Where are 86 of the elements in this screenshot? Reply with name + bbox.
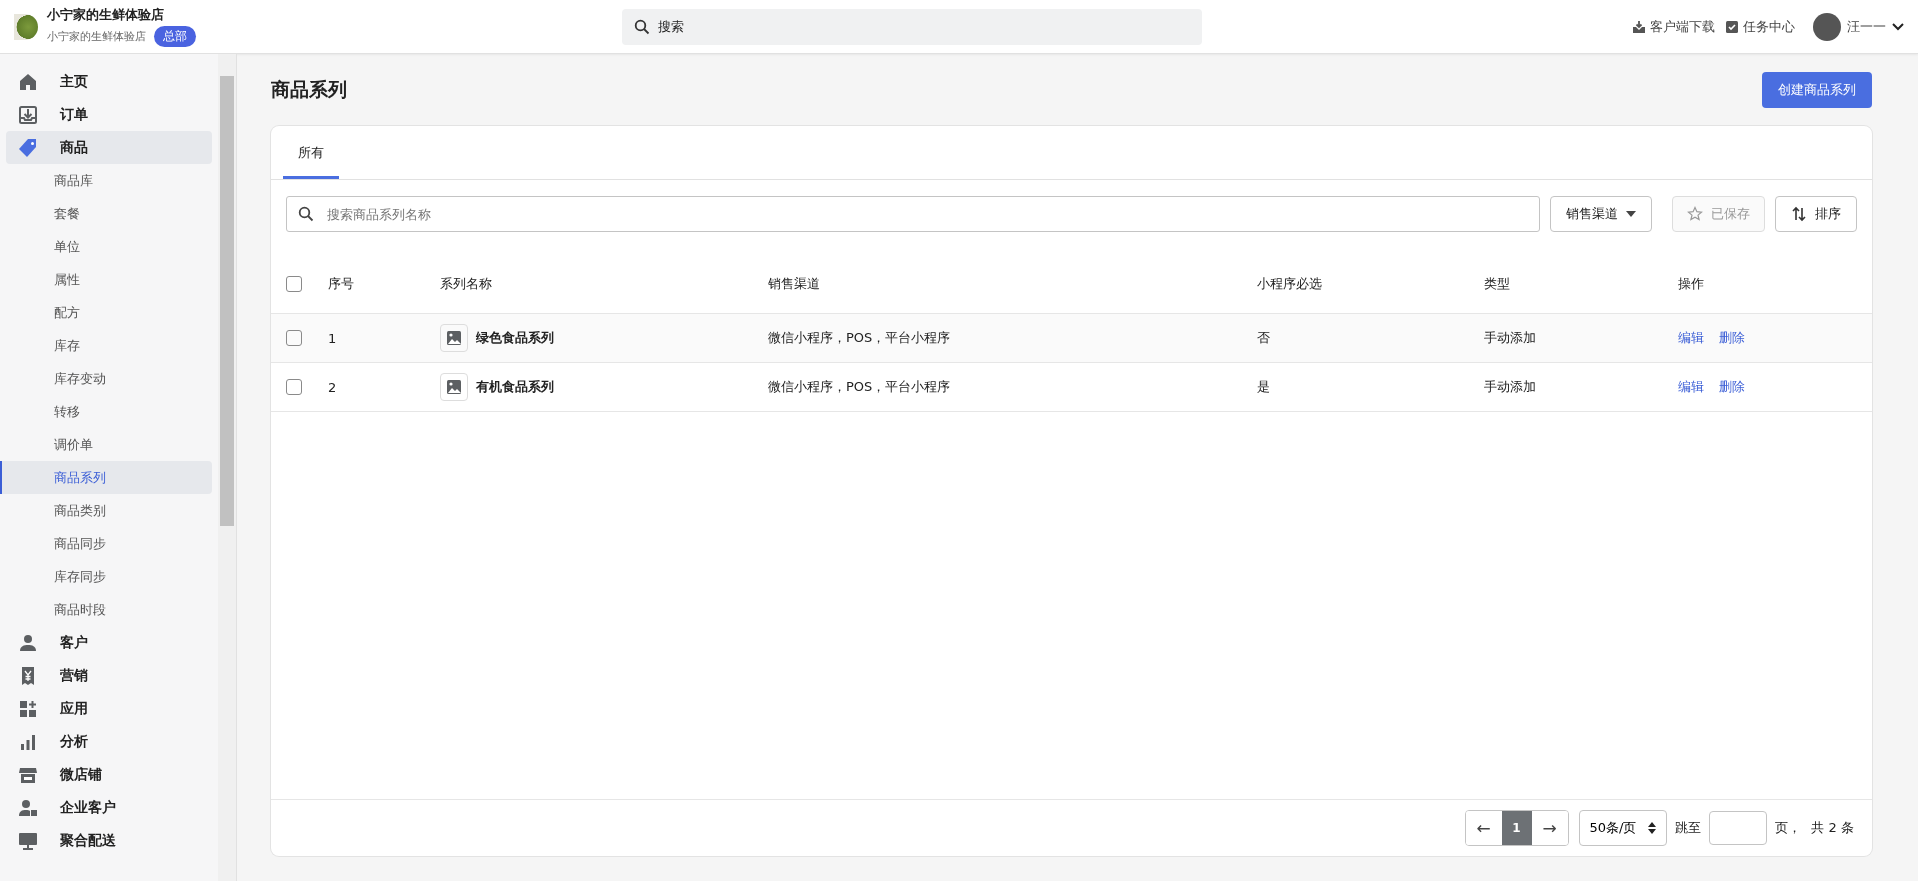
search-icon bbox=[298, 206, 314, 222]
sidebar-subitem[interactable]: 套餐 bbox=[0, 197, 212, 230]
page-unit-label: 页， bbox=[1775, 819, 1802, 837]
updown-caret-icon bbox=[1648, 822, 1657, 834]
global-search-field[interactable]: 搜索 bbox=[622, 8, 1202, 45]
column-header: 小程序必选 bbox=[1257, 276, 1322, 291]
column-header: 系列名称 bbox=[440, 276, 492, 291]
sidebar-subitem[interactable]: 库存 bbox=[0, 329, 212, 362]
table-cell: 是 bbox=[1257, 379, 1270, 394]
store-name: 小宁家的生鲜体验店 bbox=[47, 6, 165, 24]
select-all-checkbox[interactable] bbox=[286, 276, 302, 293]
sidebar-item[interactable]: 应用 bbox=[6, 692, 212, 725]
user-avatar[interactable] bbox=[1813, 12, 1841, 41]
page-title: 商品系列 bbox=[271, 77, 347, 102]
page-size-select[interactable]: 50条/页 bbox=[1578, 810, 1668, 846]
user-name[interactable]: 汪一一 bbox=[1847, 17, 1886, 36]
checklist-icon bbox=[1725, 19, 1739, 34]
page-number-button[interactable]: 1 bbox=[1501, 811, 1532, 845]
sidebar-subitem[interactable]: 商品同步 bbox=[0, 527, 212, 560]
table-cell: 2 bbox=[328, 379, 337, 395]
table-cell: 1 bbox=[328, 330, 337, 346]
home-icon bbox=[18, 71, 38, 92]
table-cell: 否 bbox=[1257, 330, 1270, 345]
sidebar-subitem[interactable]: 调价单 bbox=[0, 428, 212, 461]
sidebar-subitem[interactable]: 商品时段 bbox=[0, 593, 212, 626]
total-count: 共 2 条 bbox=[1811, 819, 1854, 837]
column-header: 销售渠道 bbox=[768, 276, 820, 291]
jump-label: 跳至 bbox=[1675, 819, 1702, 837]
store-logo-icon bbox=[14, 13, 38, 40]
headquarters-badge: 总部 bbox=[154, 26, 196, 47]
tab[interactable]: 所有 bbox=[283, 126, 339, 179]
sidebar-subitem[interactable]: 商品系列 bbox=[0, 461, 212, 494]
search-icon bbox=[634, 18, 650, 35]
table-cell: 手动添加 bbox=[1484, 379, 1536, 394]
sidebar-item[interactable]: 营销 bbox=[6, 659, 212, 692]
series-name[interactable]: 有机食品系列 bbox=[476, 378, 554, 396]
channel-filter-button[interactable]: 销售渠道 bbox=[1550, 196, 1652, 232]
sidebar-item[interactable]: 商品 bbox=[6, 131, 212, 164]
sidebar-item[interactable]: 客户 bbox=[6, 626, 212, 659]
star-icon bbox=[1687, 206, 1703, 222]
apps-icon bbox=[18, 698, 38, 719]
series-name[interactable]: 绿色食品系列 bbox=[476, 329, 554, 347]
caret-icon bbox=[1626, 211, 1636, 217]
table-cell: 微信小程序，POS，平台小程序 bbox=[768, 379, 951, 394]
action-link[interactable]: 删除 bbox=[1719, 330, 1745, 345]
sidebar-subitem[interactable]: 属性 bbox=[0, 263, 212, 296]
table-cell: 手动添加 bbox=[1484, 330, 1536, 345]
column-header: 操作 bbox=[1678, 276, 1704, 291]
monitor-icon bbox=[18, 830, 38, 851]
sidebar-item[interactable]: 主页 bbox=[6, 65, 212, 98]
action-link[interactable]: 编辑 bbox=[1678, 330, 1704, 345]
jump-page-field[interactable] bbox=[1709, 811, 1768, 845]
row-checkbox[interactable] bbox=[286, 379, 302, 396]
column-header: 类型 bbox=[1484, 276, 1510, 291]
header-link[interactable]: 客户端下载 bbox=[1632, 17, 1715, 36]
person-icon bbox=[18, 632, 38, 653]
image-placeholder-icon bbox=[440, 373, 468, 401]
series-search-field[interactable]: 搜索商品系列名称 bbox=[286, 196, 1540, 232]
sidebar-subitem[interactable]: 转移 bbox=[0, 395, 212, 428]
biz-icon bbox=[18, 797, 38, 818]
sidebar-item[interactable]: 微店铺 bbox=[6, 758, 212, 791]
action-link[interactable]: 删除 bbox=[1719, 379, 1745, 394]
download-icon bbox=[1632, 19, 1646, 34]
inbox-icon bbox=[18, 104, 38, 125]
chevron-down-icon[interactable] bbox=[1892, 22, 1904, 31]
tag-icon bbox=[18, 137, 38, 158]
sidebar-item[interactable]: 订单 bbox=[6, 98, 212, 131]
table-cell: 微信小程序，POS，平台小程序 bbox=[768, 330, 951, 345]
sort-button[interactable]: 排序 bbox=[1775, 196, 1857, 232]
store-subtitle: 小宁家的生鲜体验店 bbox=[47, 29, 146, 44]
sidebar-subitem[interactable]: 单位 bbox=[0, 230, 212, 263]
sort-arrows-icon bbox=[1791, 206, 1807, 222]
action-link[interactable]: 编辑 bbox=[1678, 379, 1704, 394]
sidebar-item[interactable]: 分析 bbox=[6, 725, 212, 758]
column-header: 序号 bbox=[328, 276, 354, 291]
scrollbar[interactable] bbox=[218, 54, 236, 881]
sidebar-item[interactable]: 聚合配送 bbox=[6, 824, 212, 857]
sidebar-subitem[interactable]: 商品库 bbox=[0, 164, 212, 197]
sidebar-subitem[interactable]: 库存同步 bbox=[0, 560, 212, 593]
sidebar-subitem[interactable]: 商品类别 bbox=[0, 494, 212, 527]
sidebar-subitem[interactable]: 库存变动 bbox=[0, 362, 212, 395]
sidebar-item[interactable]: 企业客户 bbox=[6, 791, 212, 824]
header-link[interactable]: 任务中心 bbox=[1725, 17, 1795, 36]
sidebar-subitem[interactable]: 配方 bbox=[0, 296, 212, 329]
row-checkbox[interactable] bbox=[286, 330, 302, 347]
create-series-button[interactable]: 创建商品系列 bbox=[1762, 72, 1872, 108]
